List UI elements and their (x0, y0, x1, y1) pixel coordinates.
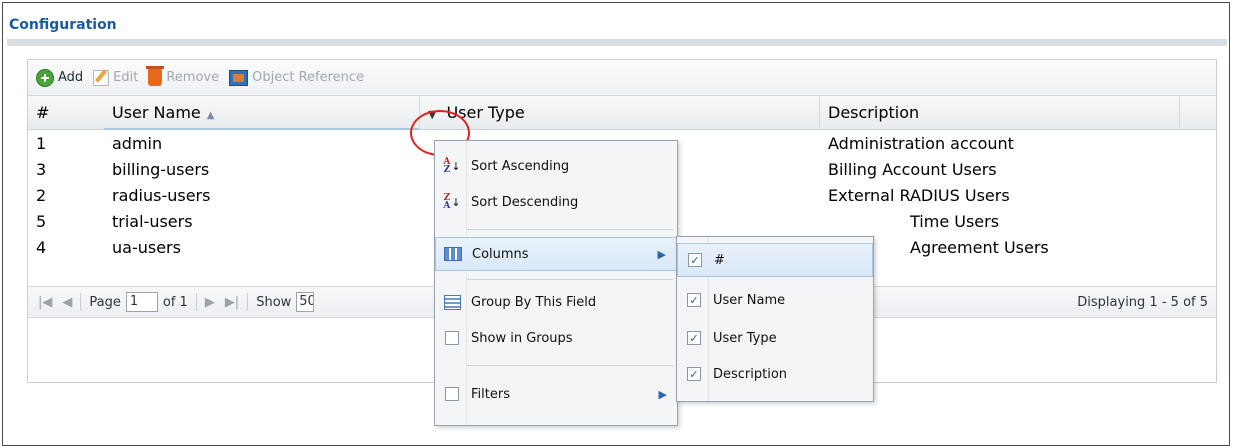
row-user-name: billing-users (112, 160, 210, 179)
menu-item-label: User Type (713, 330, 777, 346)
pager-divider (195, 293, 197, 311)
add-button[interactable]: Add (36, 68, 84, 87)
row-description: Administration account (828, 134, 1014, 153)
previous-page-icon[interactable]: ◀ (62, 295, 72, 310)
column-toggle-user-type[interactable]: ✓ User Type (677, 321, 873, 355)
row-number: 2 (36, 186, 47, 205)
menu-divider (467, 229, 673, 230)
edit-button[interactable]: Edit (93, 69, 139, 86)
table-header: # User Name ▲ ▼ User Type Description (28, 96, 1216, 130)
page-count-label: of 1 (162, 294, 188, 310)
menu-item-columns[interactable]: Columns ▶ (435, 237, 677, 271)
menu-item-label: Group By This Field (471, 294, 597, 310)
column-toggle-description[interactable]: ✓ Description (677, 357, 873, 391)
row-description: Time Users (910, 212, 1000, 231)
column-header-number[interactable]: # (28, 96, 104, 130)
add-label: Add (58, 70, 84, 85)
menu-item-label: Filters (471, 386, 510, 402)
show-in-groups-checkbox[interactable] (443, 329, 461, 347)
group-by-icon (443, 293, 461, 311)
remove-button[interactable]: Remove (146, 66, 220, 86)
page-label: Page (89, 294, 121, 310)
column-toggle-user-name[interactable]: ✓ User Name (677, 283, 873, 317)
menu-item-show-in-groups[interactable]: Show in Groups (435, 321, 677, 355)
remove-label: Remove (166, 70, 220, 85)
last-page-icon[interactable]: ▶| (225, 295, 239, 310)
sort-ascending-icon: ▲ (206, 110, 215, 121)
column-checkbox[interactable]: ✓ (685, 291, 703, 309)
column-checkbox[interactable]: ✓ (686, 251, 704, 269)
columns-submenu: ✓ # ✓ User Name ✓ User Type ✓ Descriptio… (676, 236, 874, 402)
menu-item-label: Show in Groups (471, 330, 573, 346)
grid-toolbar: Add Edit Remove Object Reference (28, 60, 1216, 96)
filters-checkbox[interactable] (443, 385, 461, 403)
row-description: Billing Account Users (828, 160, 997, 179)
column-header-user-name[interactable]: User Name ▲ (104, 96, 420, 130)
column-header-description[interactable]: Description (820, 96, 1180, 130)
column-toggle-number[interactable]: ✓ # (677, 243, 873, 277)
menu-item-label: Columns (472, 246, 529, 262)
row-user-name: ua-users (112, 238, 181, 257)
row-user-name: trial-users (112, 212, 193, 231)
object-reference-label: Object Reference (252, 70, 365, 85)
column-checkbox[interactable]: ✓ (685, 365, 703, 383)
edit-label: Edit (113, 70, 139, 85)
object-reference-button[interactable]: Object Reference (229, 69, 365, 86)
submenu-arrow-icon: ▶ (658, 387, 667, 401)
title-divider (7, 39, 1227, 46)
row-description: Agreement Users (910, 238, 1049, 257)
page-number-input[interactable]: 1 (125, 292, 158, 312)
menu-item-label: Sort Descending (471, 194, 579, 210)
row-number: 3 (36, 160, 47, 179)
edit-icon (93, 69, 110, 86)
row-number: 5 (36, 212, 47, 231)
trash-icon (146, 66, 165, 86)
menu-item-label: Description (713, 366, 788, 382)
menu-item-filters[interactable]: Filters ▶ (435, 377, 677, 411)
menu-item-sort-ascending[interactable]: A Z ↓ Sort Ascending (435, 149, 677, 183)
menu-item-label: User Name (713, 292, 786, 308)
menu-item-sort-descending[interactable]: Z A ↓ Sort Descending (435, 185, 677, 219)
menu-item-label: Sort Ascending (471, 158, 570, 174)
show-label: Show (256, 294, 292, 310)
menu-divider (467, 279, 673, 280)
menu-item-group-by-field[interactable]: Group By This Field (435, 285, 677, 319)
row-description: External RADIUS Users (828, 186, 1010, 205)
sort-ascending-icon: A Z ↓ (443, 157, 461, 175)
section-title: Configuration (9, 17, 117, 33)
display-count: Displaying 1 - 5 of 5 (1077, 295, 1208, 310)
menu-item-label: # (714, 252, 725, 268)
column-header-label: # (36, 103, 50, 122)
object-reference-icon (229, 69, 249, 86)
columns-icon (444, 245, 462, 263)
add-icon (36, 68, 54, 87)
sort-descending-icon: Z A ↓ (443, 193, 461, 211)
row-number: 4 (36, 238, 47, 257)
pager-divider (247, 293, 249, 311)
first-page-icon[interactable]: |◀ (38, 295, 52, 310)
column-header-user-type[interactable]: ▼ User Type (420, 96, 820, 130)
row-user-name: radius-users (112, 186, 211, 205)
submenu-arrow-icon: ▶ (657, 247, 666, 261)
column-header-label: Description (828, 103, 920, 122)
next-page-icon[interactable]: ▶ (205, 295, 215, 310)
column-menu: A Z ↓ Sort Ascending Z A ↓ Sort Descending C… (434, 140, 678, 426)
column-header-label: User Name (112, 103, 201, 122)
row-number: 1 (36, 134, 47, 153)
page-size-input[interactable]: 50 (296, 292, 315, 312)
column-checkbox[interactable]: ✓ (685, 329, 703, 347)
menu-divider (467, 365, 673, 366)
pager-divider (80, 293, 82, 311)
row-user-name: admin (112, 134, 163, 153)
